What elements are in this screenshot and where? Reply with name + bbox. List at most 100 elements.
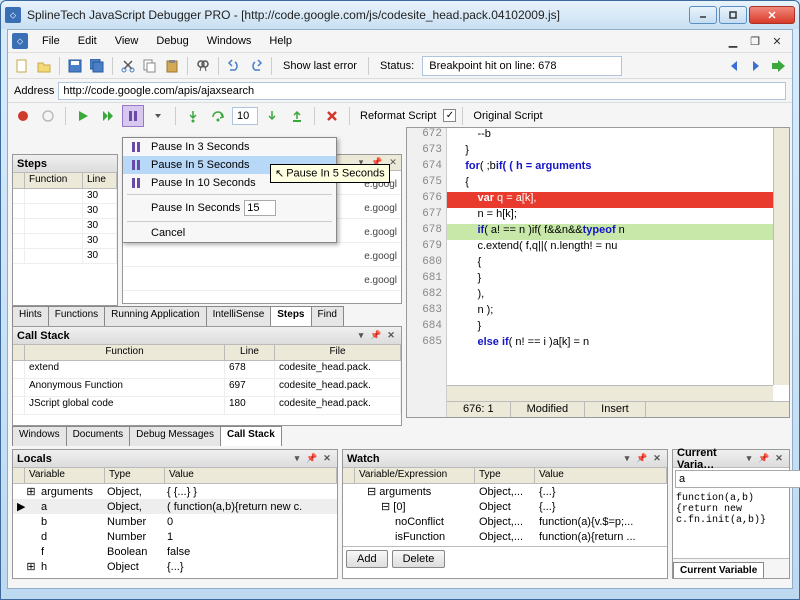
code-line[interactable]: for( ;bif( ( h = arguments (447, 160, 789, 176)
table-row[interactable]: ⊟ [0]Object{...} (343, 499, 667, 514)
line-number[interactable]: 684 (407, 320, 446, 336)
vertical-scrollbar[interactable] (773, 128, 789, 385)
table-row[interactable]: 30 (13, 189, 117, 204)
table-row[interactable]: 30 (13, 219, 117, 234)
table-row[interactable]: extend678codesite_head.pack. (13, 361, 401, 379)
expander-icon[interactable]: ⊟ (367, 486, 376, 498)
mdi-app-icon[interactable]: ⬦ (12, 33, 28, 49)
pin-icon[interactable]: 📌 (758, 453, 770, 465)
row-selector-header[interactable] (13, 345, 25, 360)
line-number[interactable]: 682 (407, 288, 446, 304)
horizontal-scrollbar[interactable] (447, 385, 773, 401)
cs-col-line[interactable]: Line (225, 345, 275, 360)
line-number[interactable]: 672 (407, 128, 446, 144)
tab-steps[interactable]: Steps (270, 306, 311, 326)
save-icon[interactable] (65, 56, 85, 76)
tab-intellisense[interactable]: IntelliSense (206, 306, 272, 326)
watch-col-value[interactable]: Value (535, 468, 667, 483)
dropdown-icon[interactable]: ▾ (743, 453, 755, 465)
line-number[interactable]: 683 (407, 304, 446, 320)
table-row[interactable]: ⊞argumentsObject,{ {...} } (13, 484, 337, 499)
table-row[interactable]: Anonymous Function697codesite_head.pack. (13, 379, 401, 397)
maximize-button[interactable] (719, 6, 747, 24)
record-icon[interactable] (12, 105, 34, 127)
list-item[interactable]: e.googl (123, 267, 401, 291)
row-selector-header[interactable] (343, 468, 355, 483)
code-line[interactable]: else if( n! == i )a[k] = n (447, 336, 789, 352)
curvar-title[interactable]: Current Varia… ▾📌✕ (673, 450, 789, 468)
curvar-input[interactable] (675, 470, 800, 488)
find-icon[interactable] (193, 56, 213, 76)
titlebar[interactable]: ⬦ SplineTech JavaScript Debugger PRO - [… (1, 1, 799, 29)
dropdown-icon[interactable]: ▾ (291, 453, 303, 465)
reformat-checkbox[interactable]: ✓ (443, 109, 456, 122)
mdi-close-icon[interactable]: ✕ (770, 34, 784, 48)
line-number[interactable]: 685 (407, 336, 446, 352)
step-over-icon[interactable] (207, 105, 229, 127)
menu-file[interactable]: File (34, 33, 68, 49)
redo-icon[interactable] (246, 56, 266, 76)
mdi-restore-icon[interactable]: ❐ (748, 34, 762, 48)
step-n-down-icon[interactable] (261, 105, 283, 127)
line-number[interactable]: 680 (407, 256, 446, 272)
line-number[interactable]: 676 (407, 192, 446, 208)
run-icon[interactable] (72, 105, 94, 127)
minimize-button[interactable] (689, 6, 717, 24)
open-file-icon[interactable] (34, 56, 54, 76)
original-script-button[interactable]: Original Script (473, 110, 542, 122)
nav-forward-icon[interactable] (746, 57, 766, 75)
menu-edit[interactable]: Edit (70, 33, 105, 49)
table-row[interactable]: isArrayObject,...function(a){return ... (343, 544, 667, 546)
stop-icon[interactable] (321, 105, 343, 127)
close-icon[interactable]: ✕ (773, 453, 785, 465)
line-number[interactable]: 675 (407, 176, 446, 192)
watch-add-button[interactable]: Add (346, 550, 388, 568)
run-fast-icon[interactable] (97, 105, 119, 127)
pause-seconds-input[interactable] (244, 200, 276, 216)
pause-3s-item[interactable]: Pause In 3 Seconds (123, 138, 336, 156)
table-row[interactable]: isFunctionObject,...function(a){return .… (343, 529, 667, 544)
table-row[interactable]: noConflictObject,...function(a){v.$=p;..… (343, 514, 667, 529)
locals-title[interactable]: Locals ▾📌✕ (13, 450, 337, 468)
dropdown-icon[interactable]: ▾ (621, 453, 633, 465)
watch-col-var[interactable]: Variable/Expression (355, 468, 475, 483)
code-line[interactable]: --b (447, 128, 789, 144)
callstack-title[interactable]: Call Stack ▾ 📌 ✕ (13, 327, 401, 345)
pause-custom-item[interactable]: Pause In Seconds (123, 197, 336, 219)
pause-dropdown-icon[interactable] (147, 105, 169, 127)
code-line[interactable]: ), (447, 288, 789, 304)
row-selector-header[interactable] (13, 173, 25, 188)
cs-col-function[interactable]: Function (25, 345, 225, 360)
save-all-icon[interactable] (87, 56, 107, 76)
pause-icon[interactable] (122, 105, 144, 127)
table-row[interactable]: dNumber1 (13, 529, 337, 544)
tab-debug-messages[interactable]: Debug Messages (129, 426, 221, 446)
table-row[interactable]: JScript global code180codesite_head.pack… (13, 397, 401, 415)
menu-windows[interactable]: Windows (199, 33, 260, 49)
locals-col-var[interactable]: Variable (25, 468, 105, 483)
list-item[interactable]: e.googl (123, 243, 401, 267)
tab-callstack[interactable]: Call Stack (220, 426, 282, 446)
table-row[interactable]: bNumber0 (13, 514, 337, 529)
nav-back-icon[interactable] (724, 57, 744, 75)
watch-title[interactable]: Watch ▾📌✕ (343, 450, 667, 468)
mdi-minimize-icon[interactable]: ▁ (726, 34, 740, 48)
step-into-icon[interactable] (182, 105, 204, 127)
row-selector-header[interactable] (13, 468, 25, 483)
pin-icon[interactable]: 📌 (306, 453, 318, 465)
expander-icon[interactable]: ⊞ (25, 560, 37, 573)
line-number[interactable]: 679 (407, 240, 446, 256)
breakpoint-off-icon[interactable] (37, 105, 59, 127)
code-line[interactable]: if( a! == n )if( f&&n&&typeof n (447, 224, 789, 240)
watch-delete-button[interactable]: Delete (392, 550, 446, 568)
tab-windows[interactable]: Windows (12, 426, 67, 446)
code-line[interactable]: } (447, 320, 789, 336)
code-body[interactable]: --b } for( ;bif( ( h = arguments { var q… (447, 128, 789, 401)
code-line[interactable]: n = h[k]; (447, 208, 789, 224)
steps-panel-title[interactable]: Steps (13, 155, 117, 173)
line-number[interactable]: 677 (407, 208, 446, 224)
step-out-icon[interactable] (286, 105, 308, 127)
undo-icon[interactable] (224, 56, 244, 76)
steps-col-function[interactable]: Function (25, 173, 83, 188)
close-icon[interactable]: ✕ (385, 330, 397, 342)
